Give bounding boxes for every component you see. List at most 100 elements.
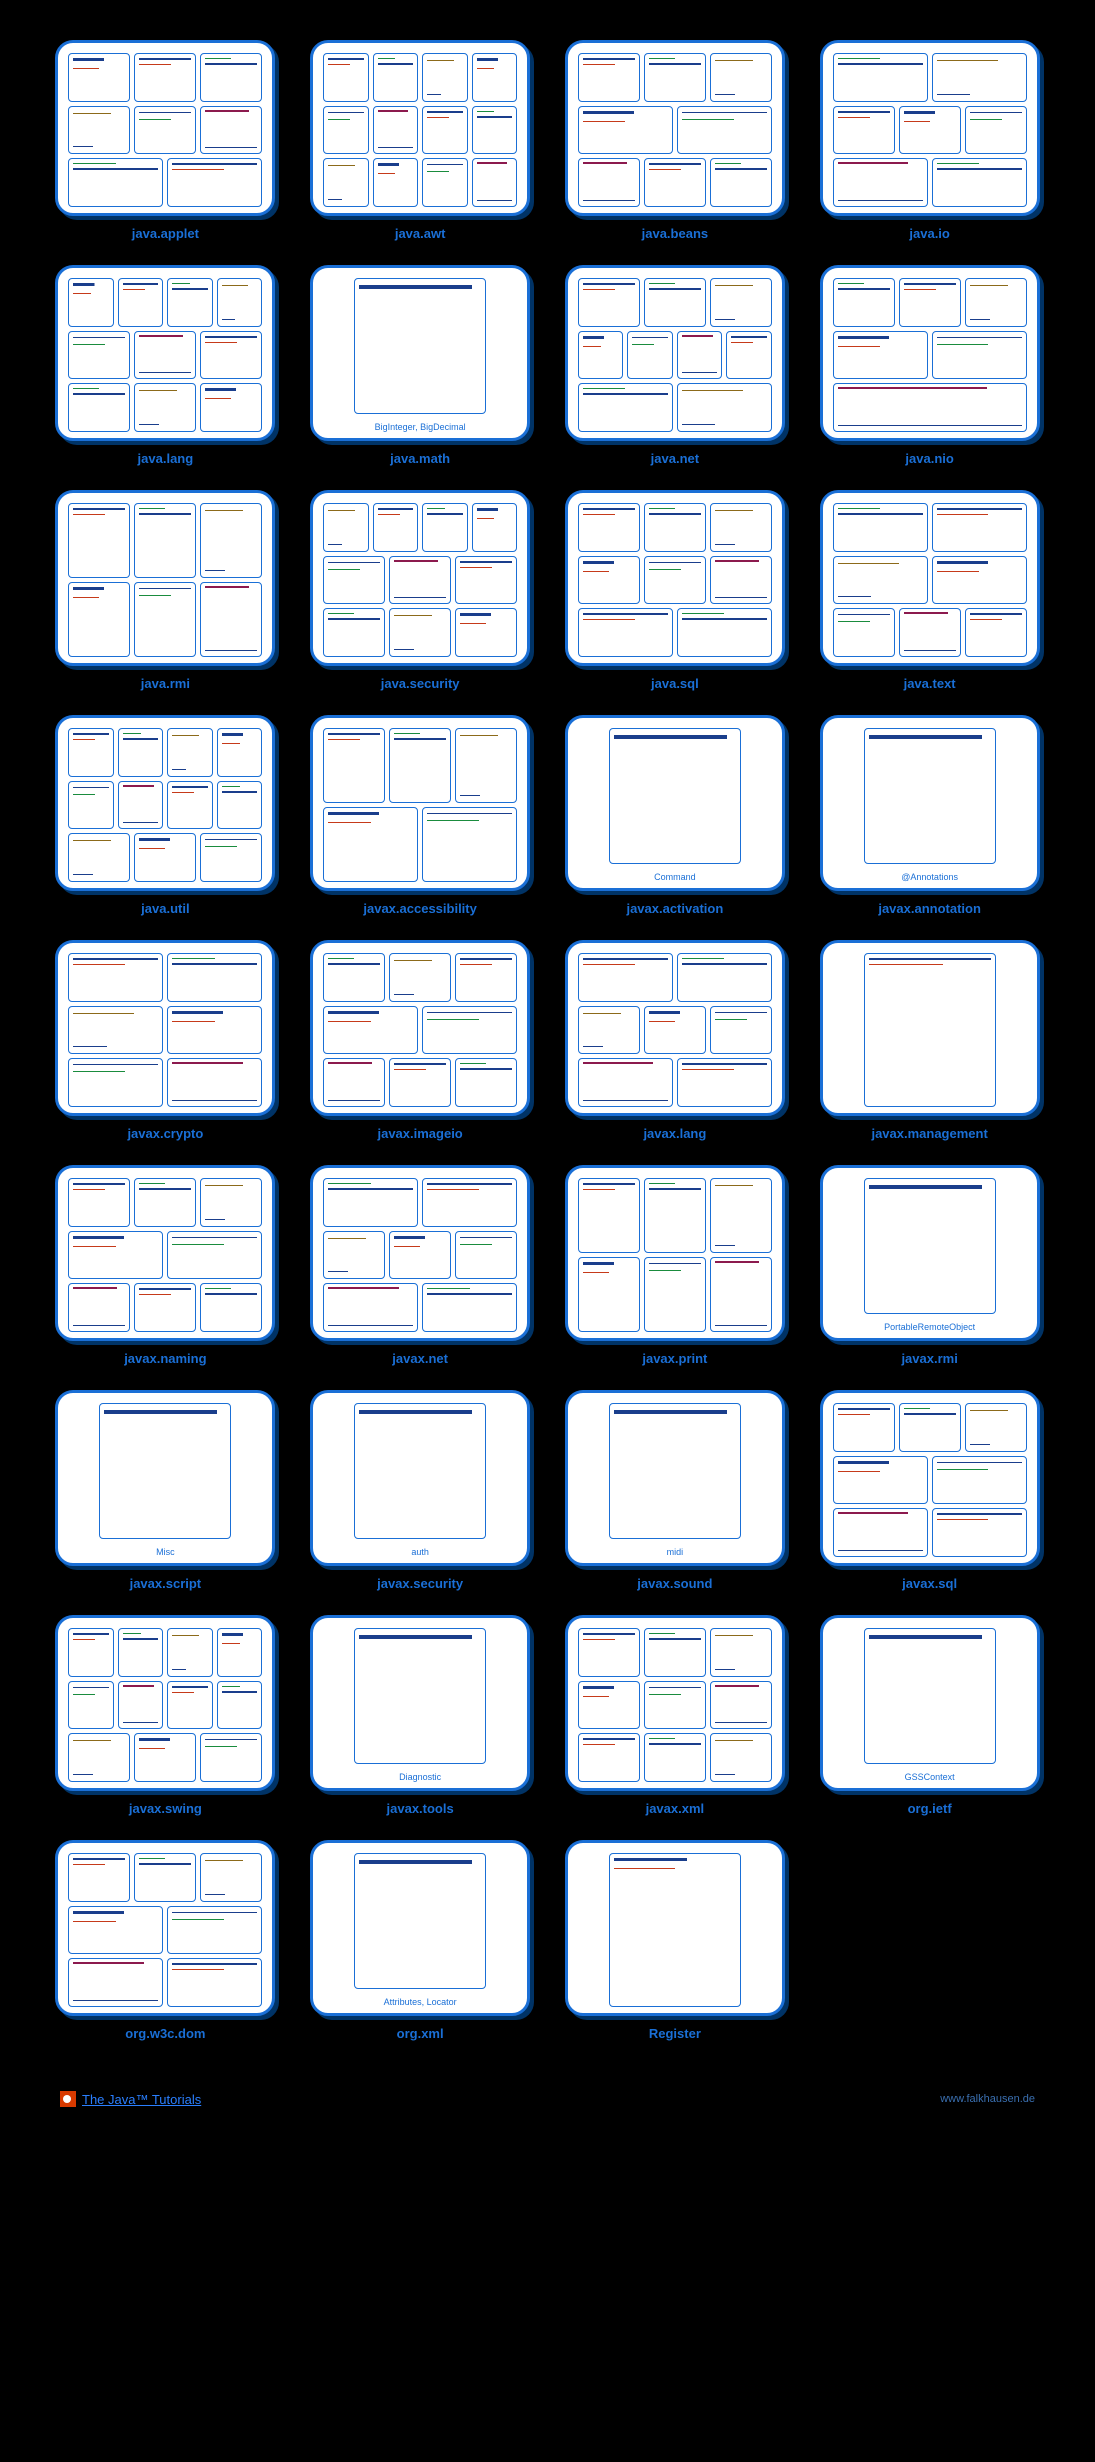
package-thumbnail[interactable] — [565, 265, 785, 441]
package-thumbnail[interactable]: midi — [565, 1390, 785, 1566]
package-thumbnail[interactable] — [565, 1615, 785, 1791]
package-label[interactable]: javax.print — [642, 1351, 707, 1366]
package-label[interactable]: java.io — [909, 226, 949, 241]
diagram-box — [373, 53, 419, 102]
package-label[interactable]: java.awt — [395, 226, 446, 241]
package-label[interactable]: javax.script — [130, 1576, 202, 1591]
package-cell: javax.print — [560, 1165, 791, 1366]
package-label[interactable]: javax.net — [392, 1351, 448, 1366]
package-label[interactable]: org.xml — [397, 2026, 444, 2041]
package-thumbnail[interactable]: Diagnostic — [310, 1615, 530, 1791]
package-label[interactable]: javax.sound — [637, 1576, 712, 1591]
diagram-box — [68, 1628, 114, 1677]
diagram-box — [677, 608, 772, 657]
package-cell: java.util — [50, 715, 281, 916]
diagram-box — [217, 278, 263, 327]
package-cell: Attributes, Locator org.xml — [305, 1840, 536, 2041]
thumb-caption: Misc — [68, 1547, 262, 1557]
package-cell: javax.net — [305, 1165, 536, 1366]
diagram-box — [134, 53, 196, 102]
diagram-box — [217, 781, 263, 830]
thumb-row — [323, 53, 517, 102]
package-label[interactable]: java.rmi — [141, 676, 190, 691]
package-cell: midi javax.sound — [560, 1390, 791, 1591]
package-cell: java.rmi — [50, 490, 281, 691]
package-thumbnail[interactable]: @Annotations — [820, 715, 1040, 891]
package-label[interactable]: javax.annotation — [878, 901, 981, 916]
package-thumbnail[interactable] — [55, 1840, 275, 2016]
thumb-row — [578, 278, 772, 327]
thumb-row — [68, 1628, 262, 1677]
package-thumbnail[interactable] — [55, 1615, 275, 1791]
diagram-box — [932, 158, 1027, 207]
package-label[interactable]: java.beans — [642, 226, 709, 241]
package-label[interactable]: java.applet — [132, 226, 199, 241]
package-label[interactable]: org.w3c.dom — [125, 2026, 205, 2041]
diagram-box — [644, 278, 706, 327]
package-thumbnail[interactable] — [310, 715, 530, 891]
package-thumbnail[interactable]: BigInteger, BigDecimal — [310, 265, 530, 441]
diagram-box — [677, 383, 772, 432]
diagram-box — [578, 106, 673, 155]
package-label[interactable]: java.security — [381, 676, 460, 691]
package-thumbnail[interactable] — [55, 1165, 275, 1341]
package-label[interactable]: java.nio — [905, 451, 953, 466]
diagram-box — [644, 1006, 706, 1055]
package-label[interactable]: javax.tools — [387, 1801, 454, 1816]
package-label[interactable]: javax.crypto — [127, 1126, 203, 1141]
package-thumbnail[interactable] — [310, 40, 530, 216]
package-thumbnail[interactable] — [310, 490, 530, 666]
package-thumbnail[interactable] — [820, 490, 1040, 666]
package-label[interactable]: javax.lang — [643, 1126, 706, 1141]
diagram-box — [578, 556, 640, 605]
package-label[interactable]: javax.rmi — [901, 1351, 957, 1366]
package-thumbnail[interactable]: GSSContext — [820, 1615, 1040, 1791]
package-thumbnail[interactable] — [565, 1840, 785, 2016]
thumb-row — [68, 728, 262, 777]
package-thumbnail[interactable] — [820, 1390, 1040, 1566]
package-label[interactable]: javax.accessibility — [363, 901, 476, 916]
package-thumbnail[interactable] — [55, 490, 275, 666]
package-thumbnail[interactable]: auth — [310, 1390, 530, 1566]
package-thumbnail[interactable] — [55, 940, 275, 1116]
package-label[interactable]: java.text — [904, 676, 956, 691]
package-label[interactable]: javax.activation — [626, 901, 723, 916]
tutorials-link[interactable]: The Java™ Tutorials — [60, 2091, 201, 2107]
package-label[interactable]: Register — [649, 2026, 701, 2041]
package-label[interactable]: javax.xml — [646, 1801, 705, 1816]
package-label[interactable]: javax.swing — [129, 1801, 202, 1816]
diagram-box — [354, 1853, 486, 1989]
package-label[interactable]: javax.security — [377, 1576, 463, 1591]
package-label[interactable]: java.net — [651, 451, 699, 466]
package-label[interactable]: org.ietf — [908, 1801, 952, 1816]
package-label[interactable]: java.sql — [651, 676, 699, 691]
package-label[interactable]: javax.management — [871, 1126, 987, 1141]
package-thumbnail[interactable] — [820, 265, 1040, 441]
package-label[interactable]: javax.sql — [902, 1576, 957, 1591]
package-label[interactable]: java.lang — [138, 451, 194, 466]
package-thumbnail[interactable]: Attributes, Locator — [310, 1840, 530, 2016]
package-label[interactable]: javax.imageio — [377, 1126, 462, 1141]
diagram-box — [710, 158, 772, 207]
package-thumbnail[interactable] — [565, 940, 785, 1116]
package-thumbnail[interactable] — [55, 265, 275, 441]
package-thumbnail[interactable] — [55, 715, 275, 891]
package-thumbnail[interactable] — [565, 40, 785, 216]
thumb-row — [68, 1906, 262, 1955]
diagram-box — [200, 106, 262, 155]
package-thumbnail[interactable] — [55, 40, 275, 216]
thumb-row — [68, 278, 262, 327]
package-thumbnail[interactable] — [565, 490, 785, 666]
package-thumbnail[interactable] — [820, 940, 1040, 1116]
package-thumbnail[interactable]: Command — [565, 715, 785, 891]
package-thumbnail[interactable]: Misc — [55, 1390, 275, 1566]
package-thumbnail[interactable] — [310, 1165, 530, 1341]
package-thumbnail[interactable] — [310, 940, 530, 1116]
package-label[interactable]: javax.naming — [124, 1351, 206, 1366]
diagram-box — [833, 331, 928, 380]
package-thumbnail[interactable] — [565, 1165, 785, 1341]
package-label[interactable]: java.util — [141, 901, 189, 916]
package-thumbnail[interactable] — [820, 40, 1040, 216]
package-thumbnail[interactable]: PortableRemoteObject — [820, 1165, 1040, 1341]
package-label[interactable]: java.math — [390, 451, 450, 466]
